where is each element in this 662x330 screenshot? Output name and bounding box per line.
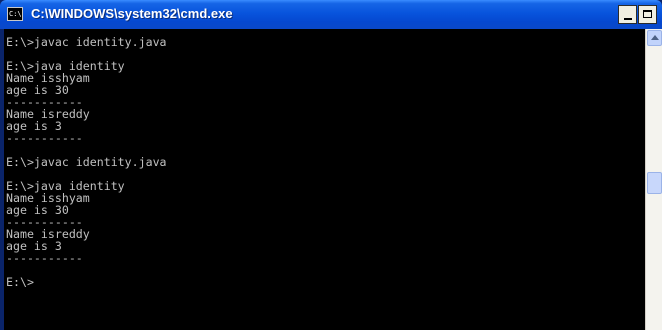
console-text: E:\>javac identity.java E:\>java identit… bbox=[6, 36, 167, 288]
vertical-scrollbar[interactable] bbox=[645, 29, 662, 330]
console-line: E:\>javac identity.java bbox=[6, 35, 167, 49]
scroll-thumb[interactable] bbox=[647, 172, 662, 194]
minimize-icon bbox=[623, 18, 632, 20]
window-title: C:\WINDOWS\system32\cmd.exe bbox=[31, 6, 233, 21]
console-line: E:\> bbox=[6, 275, 34, 289]
console-output[interactable]: E:\>javac identity.java E:\>java identit… bbox=[4, 29, 645, 330]
maximize-icon bbox=[643, 10, 652, 18]
console-line: E:\>javac identity.java bbox=[6, 155, 167, 169]
cmd-window: C:\ C:\WINDOWS\system32\cmd.exe E:\>java… bbox=[0, 0, 662, 330]
maximize-button[interactable] bbox=[638, 5, 657, 24]
console-line: ----------- bbox=[6, 251, 83, 265]
console-line: ----------- bbox=[6, 131, 83, 145]
scroll-up-button[interactable] bbox=[647, 30, 662, 46]
minimize-button[interactable] bbox=[618, 5, 637, 24]
title-bar[interactable]: C:\ C:\WINDOWS\system32\cmd.exe bbox=[0, 0, 662, 29]
cmd-icon[interactable]: C:\ bbox=[7, 7, 23, 21]
